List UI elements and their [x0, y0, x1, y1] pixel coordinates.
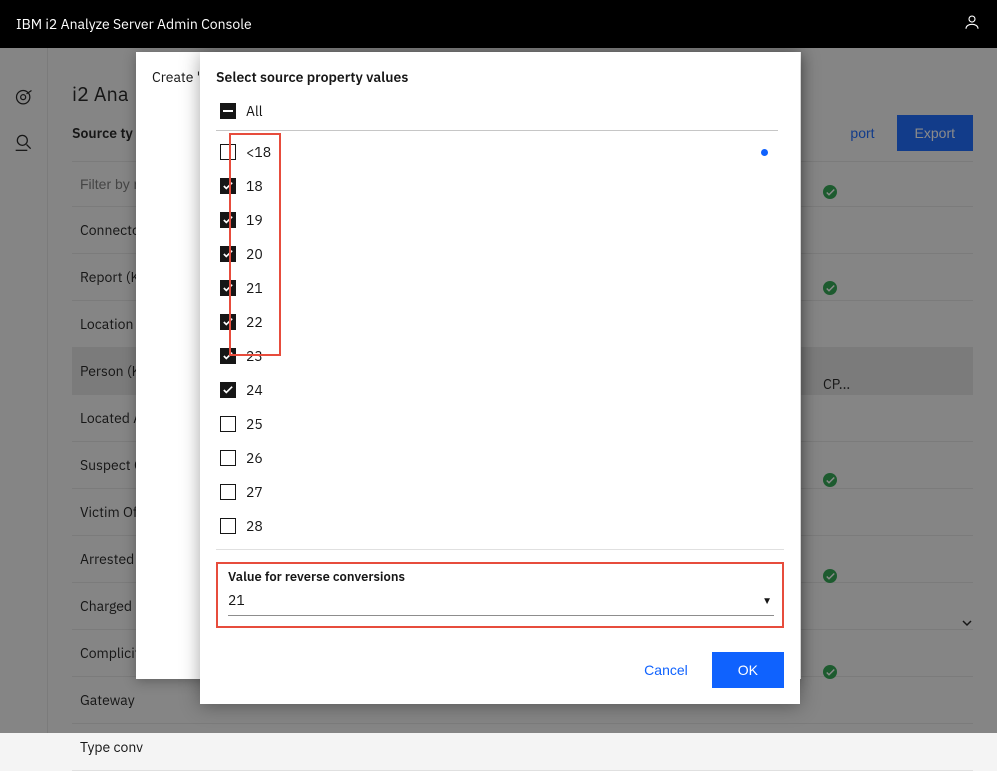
- reverse-section-highlight: Value for reverse conversions 21 ▼: [216, 562, 784, 628]
- option-label: 25: [246, 415, 263, 433]
- reverse-value: 21: [228, 591, 245, 609]
- select-values-dialog: Select source property values All <18 18 1…: [200, 52, 800, 704]
- app-header: IBM i2 Analyze Server Admin Console: [0, 0, 997, 48]
- option-all-label: All: [246, 102, 263, 120]
- option-row[interactable]: 21: [216, 271, 778, 305]
- cancel-button[interactable]: Cancel: [630, 654, 702, 686]
- option-row[interactable]: 20: [216, 237, 778, 271]
- reverse-select[interactable]: 21 ▼: [228, 587, 774, 616]
- select-values-title: Select source property values: [200, 52, 800, 94]
- option-label: 28: [246, 517, 263, 535]
- caret-down-icon: ▼: [762, 594, 772, 607]
- option-row[interactable]: 22: [216, 305, 778, 339]
- checkbox[interactable]: [220, 246, 236, 262]
- option-label: 18: [246, 177, 263, 195]
- checkbox[interactable]: [220, 178, 236, 194]
- checkbox[interactable]: [220, 416, 236, 432]
- option-label: 24: [246, 381, 263, 399]
- checkbox[interactable]: [220, 484, 236, 500]
- option-label: 23: [246, 347, 263, 365]
- user-icon[interactable]: [963, 13, 981, 35]
- reverse-label: Value for reverse conversions: [228, 568, 774, 585]
- option-row[interactable]: 24: [216, 373, 778, 407]
- option-row[interactable]: <18: [216, 135, 778, 169]
- option-row[interactable]: 28: [216, 509, 778, 543]
- checkbox[interactable]: [220, 450, 236, 466]
- option-row[interactable]: 25: [216, 407, 778, 441]
- option-row[interactable]: 27: [216, 475, 778, 509]
- options-list[interactable]: All <18 18 19 20 21 22 23 24 25 26 27 28 29: [216, 94, 784, 549]
- checkbox[interactable]: [220, 144, 236, 160]
- checkbox[interactable]: [220, 348, 236, 364]
- option-label: 26: [246, 449, 263, 467]
- checkbox[interactable]: [220, 518, 236, 534]
- indicator-dot: [761, 149, 768, 156]
- checkbox[interactable]: [220, 280, 236, 296]
- ok-button[interactable]: OK: [712, 652, 784, 688]
- option-row[interactable]: 23: [216, 339, 778, 373]
- app-title: IBM i2 Analyze Server Admin Console: [16, 15, 252, 33]
- checkbox-all[interactable]: [220, 103, 236, 119]
- checkbox[interactable]: [220, 314, 236, 330]
- checkbox[interactable]: [220, 382, 236, 398]
- option-row[interactable]: 18: [216, 169, 778, 203]
- option-row[interactable]: 26: [216, 441, 778, 475]
- option-label: 21: [246, 279, 263, 297]
- option-label: 20: [246, 245, 263, 263]
- option-row[interactable]: 29: [216, 543, 778, 549]
- option-label: 27: [246, 483, 263, 501]
- option-row[interactable]: 19: [216, 203, 778, 237]
- option-label: 19: [246, 211, 263, 229]
- checkbox[interactable]: [220, 212, 236, 228]
- option-label: 22: [246, 313, 263, 331]
- option-label: <18: [246, 143, 271, 161]
- option-all-row[interactable]: All: [216, 94, 778, 131]
